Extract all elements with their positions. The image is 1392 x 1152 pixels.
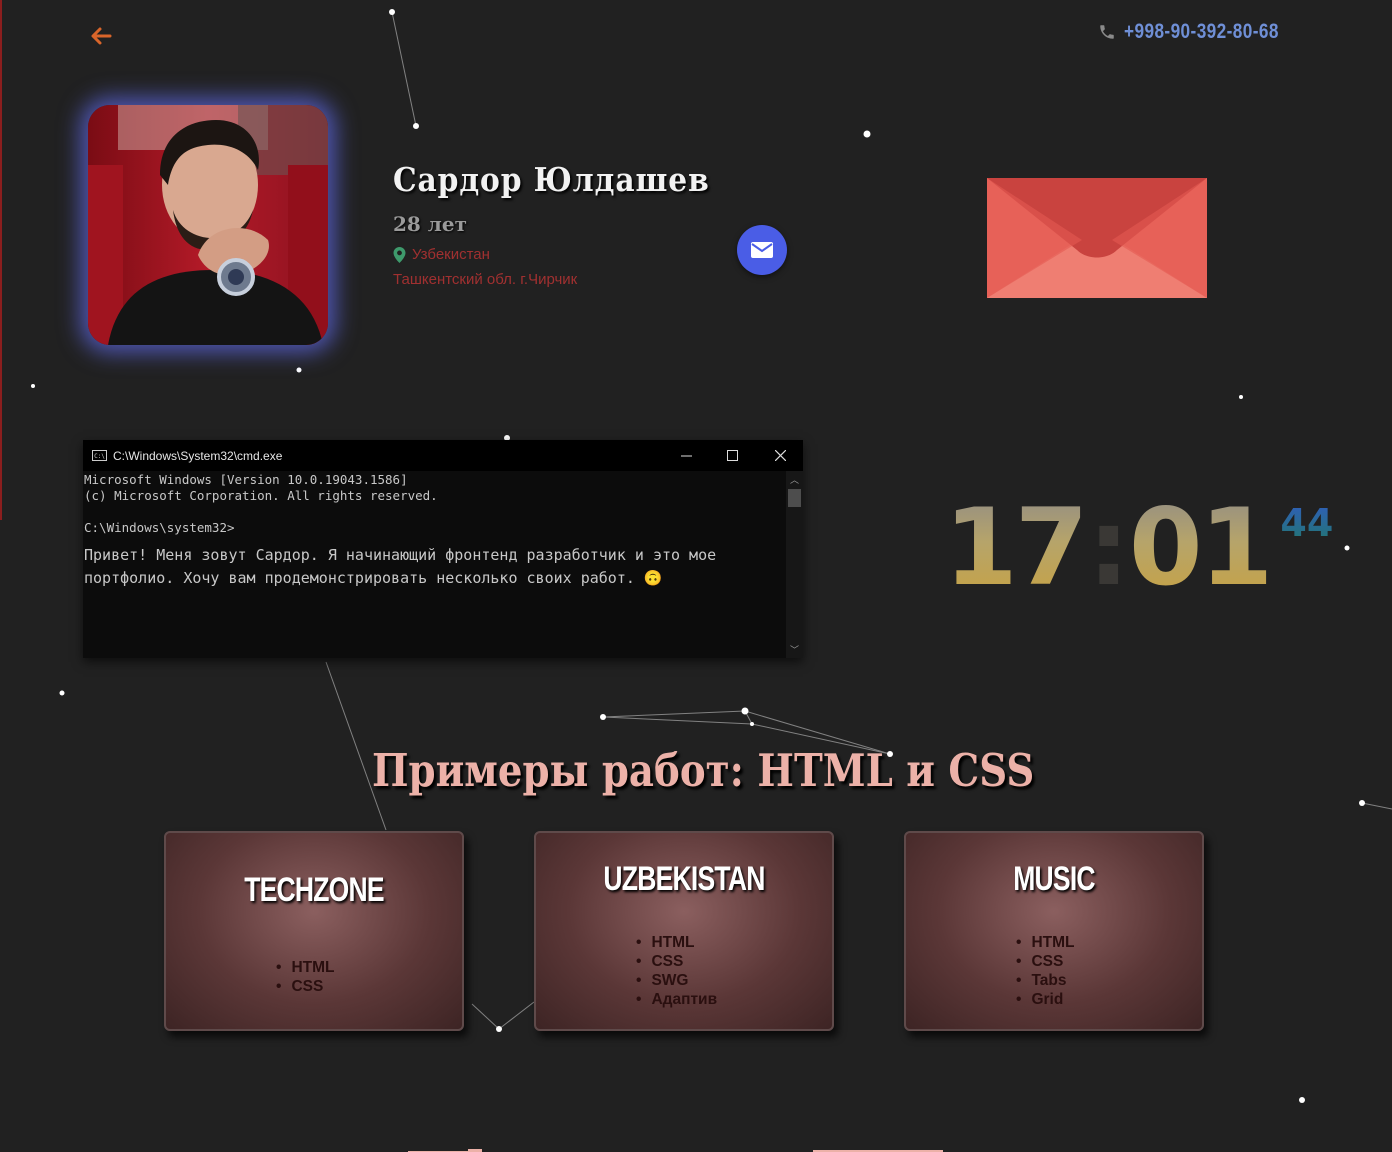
- card-tech-item: CSS: [276, 977, 334, 996]
- terminal-output: Microsoft Windows [Version 10.0.19043.15…: [84, 472, 784, 590]
- minimize-button[interactable]: [663, 440, 709, 471]
- clock-hours: 17: [944, 486, 1089, 609]
- card-title: UZBEKISTAN: [603, 860, 765, 898]
- profile-city: Ташкентский обл. г.Чирчик: [393, 271, 578, 288]
- avatar: [88, 105, 328, 345]
- terminal-message-text: Привет! Меня зовут Сардор. Я начинающий …: [84, 546, 717, 587]
- close-button[interactable]: [757, 440, 803, 471]
- phone-number[interactable]: +998-90-392-80-68: [1124, 20, 1279, 44]
- next-section-title-partial: [408, 1140, 968, 1152]
- card-tech-item: HTML: [1016, 933, 1074, 952]
- profile-country: Узбекистан: [412, 246, 490, 263]
- card-tech-item: Grid: [1016, 990, 1074, 1009]
- avatar-photo: [88, 105, 328, 345]
- scroll-thumb[interactable]: [788, 489, 801, 507]
- maximize-button[interactable]: [709, 440, 755, 471]
- phone-icon: [1100, 25, 1114, 39]
- card-tech-item: HTML: [636, 933, 717, 952]
- terminal-title: C:\Windows\System32\cmd.exe: [113, 448, 283, 463]
- terminal-window: C:\ C:\Windows\System32\cmd.exe Microsof…: [83, 440, 803, 658]
- maximize-icon: [726, 450, 738, 461]
- work-card-uzbekistan[interactable]: UZBEKISTAN HTML CSS SWG Адаптив: [534, 831, 834, 1031]
- digital-clock: 17 : 01 44: [944, 488, 1333, 608]
- clock-separator: :: [1087, 486, 1130, 609]
- card-title: TECHZONE: [244, 871, 384, 909]
- clock-minutes: 01: [1128, 486, 1274, 609]
- terminal-line: Microsoft Windows [Version 10.0.19043.15…: [84, 472, 408, 487]
- envelope-icon: [987, 178, 1207, 298]
- card-tech-item: SWG: [636, 971, 717, 990]
- card-tech-list: HTML CSS SWG Адаптив: [636, 933, 717, 1009]
- profile-age: 28 лет: [393, 212, 468, 236]
- card-tech-list: HTML CSS: [276, 958, 334, 996]
- terminal-scrollbar[interactable]: ︿ ﹀: [786, 471, 803, 658]
- envelope-icon: [751, 242, 773, 258]
- scroll-up-icon[interactable]: ︿: [786, 473, 803, 486]
- works-section-title: Примеры работ: HTML и CSS: [372, 744, 1035, 797]
- close-icon: [774, 450, 786, 461]
- phone-link[interactable]: +998-90-392-80-68: [1098, 20, 1313, 44]
- back-button[interactable]: [88, 22, 116, 50]
- terminal-prompt: C:\Windows\system32>: [84, 520, 235, 535]
- card-tech-item: CSS: [636, 952, 717, 971]
- terminal-message: Привет! Меня зовут Сардор. Я начинающий …: [84, 544, 784, 590]
- terminal-line: (c) Microsoft Corporation. All rights re…: [84, 488, 438, 503]
- card-title: MUSIC: [1013, 860, 1095, 898]
- emoji-upside-down-icon: 🙃: [643, 569, 663, 587]
- cut-off-heading: [408, 1149, 943, 1152]
- card-tech-item: Адаптив: [636, 990, 717, 1009]
- left-edge-accent: [0, 0, 2, 520]
- work-card-techzone[interactable]: TECHZONE HTML CSS: [164, 831, 464, 1031]
- map-marker-icon: [393, 246, 406, 263]
- card-tech-item: HTML: [276, 958, 334, 977]
- envelope-illustration: [987, 178, 1207, 298]
- card-tech-list: HTML CSS Tabs Grid: [1016, 933, 1074, 1009]
- location: Узбекистан: [393, 246, 490, 263]
- cmd-icon: C:\: [92, 450, 107, 461]
- card-tech-item: CSS: [1016, 952, 1074, 971]
- profile-name: Сардор Юлдашев: [393, 160, 710, 199]
- work-card-music[interactable]: MUSIC HTML CSS Tabs Grid: [904, 831, 1204, 1031]
- clock-seconds: 44: [1280, 488, 1333, 558]
- minimize-icon: [680, 455, 692, 457]
- terminal-titlebar[interactable]: C:\ C:\Windows\System32\cmd.exe: [83, 440, 803, 471]
- arrow-left-icon: [91, 27, 112, 45]
- mail-button[interactable]: [737, 225, 787, 275]
- card-tech-item: Tabs: [1016, 971, 1074, 990]
- scroll-down-icon[interactable]: ﹀: [786, 643, 803, 656]
